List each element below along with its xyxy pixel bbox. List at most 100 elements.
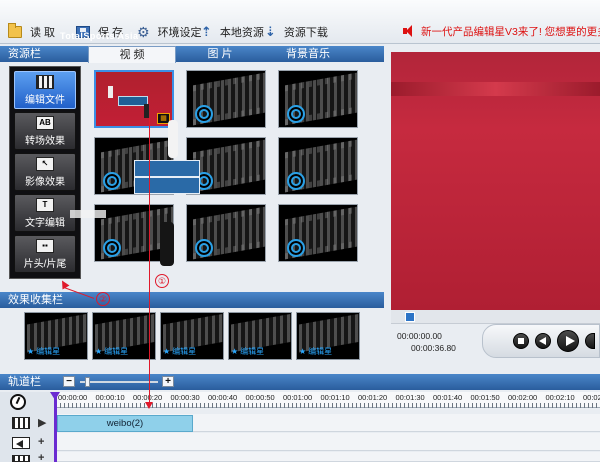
tab-video[interactable]: 视 频 [88,46,176,63]
ruler-time-label: 00:00:20 [133,393,163,402]
ruler-time-label: 00:02:20 [583,393,600,402]
tab-background-music[interactable]: 背景音乐 [264,46,352,62]
effect-item[interactable]: ★ 编辑星 [24,312,88,360]
tool-transition-effects[interactable]: AB 转场效果 [14,112,76,150]
effect-item[interactable]: ★ 编辑星 [160,312,224,360]
film-reel-icon [195,105,213,123]
effect-item-label: 编辑星 [240,347,265,356]
ruler-time-label: 00:01:20 [358,393,388,402]
player-figure-shape [168,120,178,158]
stop-button[interactable] [513,333,529,349]
resource-download-label: 资源下载 [283,27,328,39]
effects-list: ★ 编辑星 ★ 编辑星 ★ 编辑星 ★ 编辑星 ★ 编辑星 [24,312,364,362]
play-button[interactable] [557,330,579,352]
previous-frame-button[interactable] [535,333,551,349]
timeline-clip[interactable]: weibo(2) [57,415,193,432]
annotation-marker-2: ② [96,292,110,306]
announcement-marquee[interactable]: 新一代产品编辑星V3来了! 您想要的更多时尚 [403,22,600,40]
tool-text-edit[interactable]: T 文字编辑 [14,194,76,232]
player-figure-shape [160,222,174,266]
tab-images[interactable]: 图 片 [176,46,264,62]
ruler-time-label: 00:00:40 [208,393,238,402]
film-reel-icon [103,239,121,257]
ruler-time-label: 00:02:00 [508,393,538,402]
audio-track-add[interactable]: + [38,436,44,448]
local-resources-label: 本地资源 [219,27,264,39]
tool-image-effects[interactable]: ↖ 影像效果 [14,153,76,191]
tool-text-edit-label: 文字编辑 [25,217,65,229]
announcement-text: 新一代产品编辑星V3来了! 您想要的更多时尚 [421,25,600,38]
arena-banner-text: TotalSports Asia [60,31,139,41]
tool-image-effects-label: 影像效果 [25,176,65,188]
zoom-out-button[interactable]: − [63,376,75,387]
zoom-slider[interactable] [80,381,158,383]
effect-item[interactable]: ★ 编辑星 [92,312,156,360]
film-reel-icon [287,239,305,257]
intro-outro-icon: ▪▪ [36,238,54,253]
zoom-in-button[interactable]: + [162,376,174,387]
ruler-time-label: 00:00:30 [170,393,200,402]
zoom-slider-handle[interactable] [85,377,90,387]
seek-bar[interactable] [391,310,600,324]
ruler-time-label: 00:00:10 [95,393,125,402]
media-placeholder[interactable] [278,204,358,262]
seek-handle[interactable] [405,312,415,322]
annotation-marker-1: ① [155,274,169,288]
ruler-time-label: 00:00:50 [245,393,275,402]
effect-item-label: 编辑星 [172,347,197,356]
extra-track-add[interactable]: + [38,452,44,462]
upload-arrow-icon: ⇡ [201,24,212,39]
star-icon: ★ [27,347,35,356]
extra-track-row[interactable] [56,452,600,462]
app-window: 读 取 保 存 ⚙ 环境设定 ⇡ 本地资源 ⇣ 资源下载 新一代产品编辑星V3来… [0,0,600,462]
download-arrow-icon: ⇣ [265,24,276,39]
media-placeholder[interactable] [278,137,358,195]
read-button[interactable]: 读 取 [8,23,55,40]
environment-settings-button[interactable]: ⚙ 环境设定 [137,24,202,40]
ruler-time-label: 00:01:10 [320,393,350,402]
folder-open-icon [8,23,22,38]
video-track-icon [12,417,30,429]
current-time: 00:00:00.00 [397,331,442,341]
tool-intro-outro-label: 片头/片尾 [23,258,67,270]
extra-track-icon [12,455,30,462]
effect-item[interactable]: ★ 编辑星 [296,312,360,360]
ruler-ticks [56,403,600,408]
playhead[interactable] [54,395,57,462]
tool-edit-file[interactable]: 编辑文件 [14,71,76,109]
arena-banner [391,82,600,96]
next-frame-button[interactable] [585,333,595,349]
local-resources-button[interactable]: ⇡ 本地资源 [201,24,264,40]
ruler-time-label: 00:01:30 [395,393,425,402]
media-placeholder[interactable] [186,204,266,262]
media-thumbnail-video[interactable]: ▦ [94,70,174,128]
effects-panel-header: 效果收集栏 [0,292,384,308]
tool-intro-outro[interactable]: ▪▪ 片头/片尾 [14,235,76,273]
effect-item-label: 编辑星 [104,347,129,356]
annotation-arrow-down-icon [145,402,153,409]
media-placeholder[interactable] [278,70,358,128]
film-reel-icon [287,172,305,190]
playhead-marker-icon[interactable] [50,392,60,400]
resource-download-button[interactable]: ⇣ 资源下载 [265,24,328,40]
floor-logo-shape [70,210,106,218]
ruler-time-label: 00:00:00 [58,393,88,402]
star-icon: ★ [231,347,239,356]
audio-track-row[interactable] [56,433,600,451]
effect-item-label: 编辑星 [36,347,61,356]
clock-icon[interactable] [10,394,26,410]
resource-tabs: 视 频 图 片 背景音乐 [88,46,352,63]
playback-controls [482,324,600,358]
film-strip-icon [36,74,54,89]
video-track-toggle[interactable]: ▶ [38,416,46,429]
resource-panel-title: 资源栏 [8,48,41,60]
thumbnail-player-shape [144,104,149,118]
tool-column: 编辑文件 AB 转场效果 ↖ 影像效果 T 文字编辑 ▪▪ 片头/片尾 [9,66,81,279]
film-reel-icon [287,105,305,123]
video-preview[interactable] [391,52,600,310]
star-icon: ★ [163,347,171,356]
media-placeholder[interactable] [186,70,266,128]
ruler-time-label: 00:02:10 [545,393,575,402]
effect-item[interactable]: ★ 编辑星 [228,312,292,360]
film-reel-icon [195,239,213,257]
